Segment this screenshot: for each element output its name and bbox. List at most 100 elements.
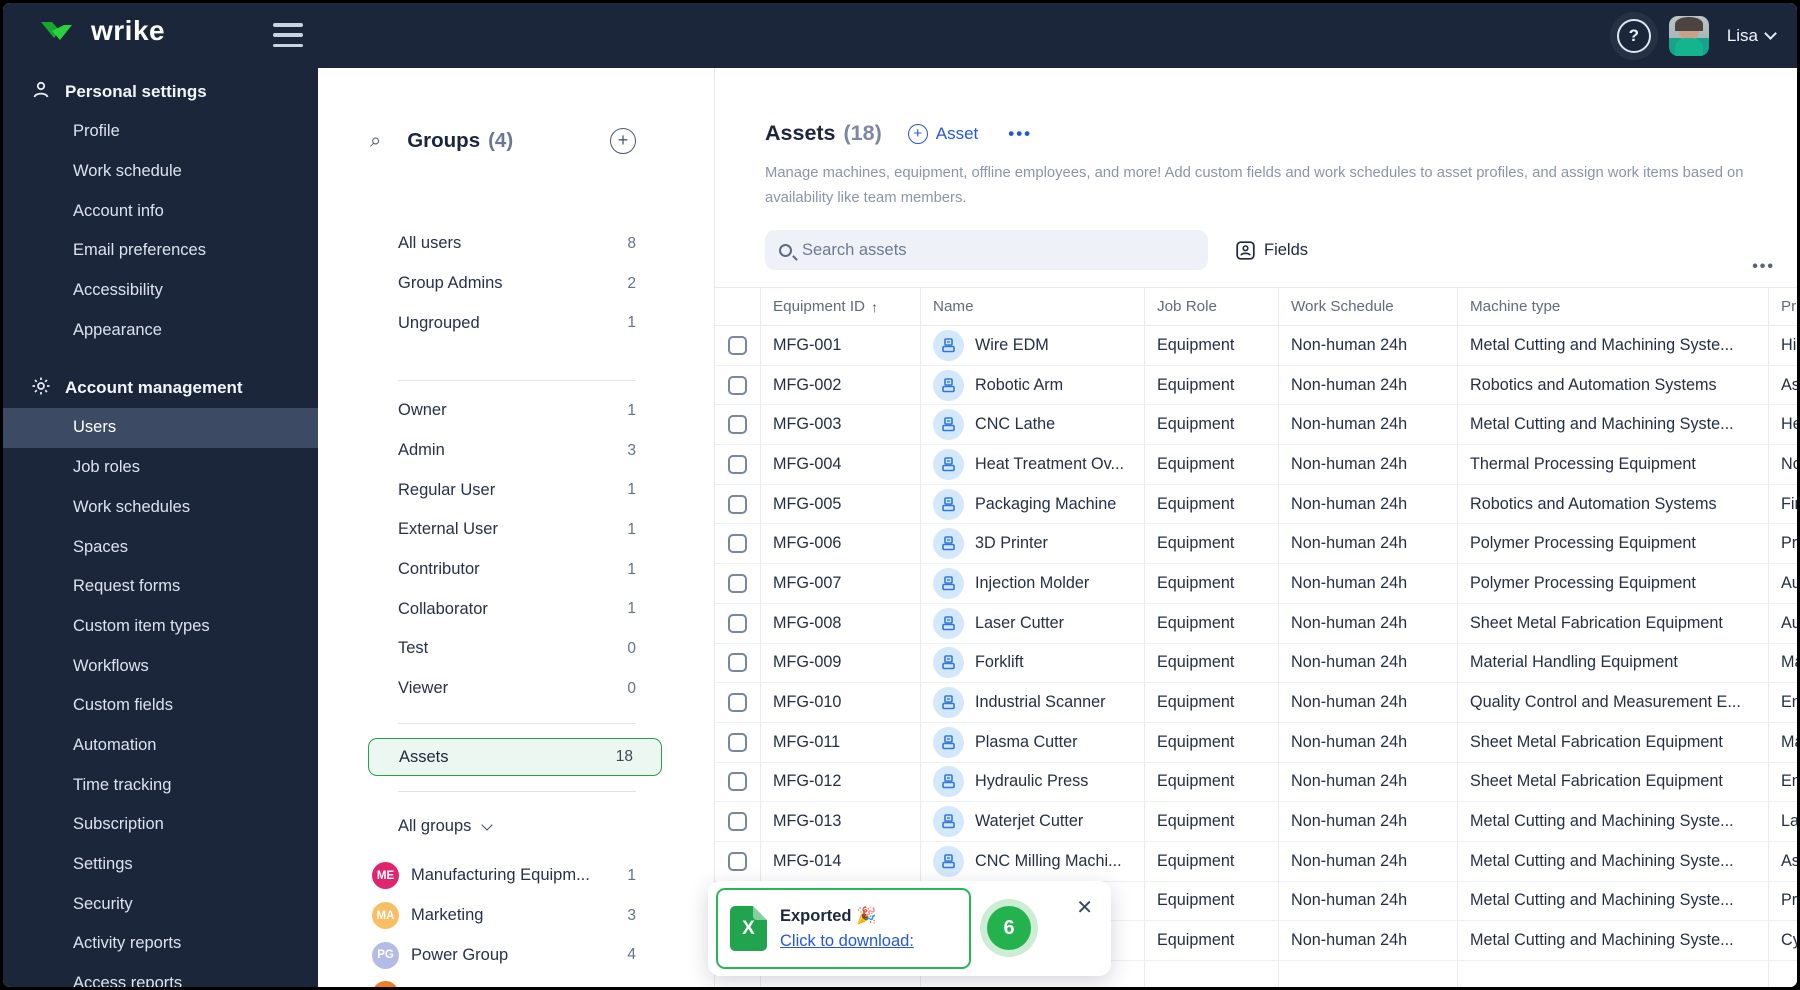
column-header-machine-type[interactable]: Machine type — [1458, 288, 1769, 325]
groups-item-owner[interactable]: Owner 1 — [318, 391, 714, 431]
groups-item-external-user[interactable]: External User 1 — [318, 510, 714, 550]
column-header-prin[interactable]: Prin — [1769, 288, 1797, 325]
export-toast-body[interactable]: X Exported 🎉 Click to download: — [716, 888, 971, 969]
sidebar-item-automation[interactable]: Automation — [3, 726, 318, 766]
sidebar-item-users[interactable]: Users — [3, 408, 318, 448]
cell-name[interactable]: Waterjet Cutter — [921, 802, 1145, 841]
divider — [398, 723, 636, 724]
wrike-logo[interactable]: wrike — [39, 15, 165, 47]
groups-item-all-users[interactable]: All users 8 — [318, 224, 714, 264]
download-link[interactable]: Click to download: — [780, 932, 914, 951]
cell-name[interactable]: 3D Printer — [921, 524, 1145, 564]
row-checkbox[interactable] — [728, 534, 747, 554]
cell-prin: Ass — [1781, 851, 1800, 870]
team-item-manufacturing-equipm-[interactable]: ME Manufacturing Equipm... 1 — [318, 856, 714, 896]
table-row: MFG-007 Injection Molder Equipment Non-huma… — [715, 564, 1797, 604]
row-checkbox[interactable] — [728, 851, 747, 871]
search-assets-input[interactable]: Search assets — [765, 230, 1208, 270]
team-item-marketing[interactable]: MA Marketing 3 — [318, 896, 714, 936]
row-checkbox[interactable] — [728, 772, 747, 792]
groups-item-test[interactable]: Test 0 — [318, 629, 714, 669]
sidebar-item-profile[interactable]: Profile — [3, 112, 318, 152]
cell-name[interactable]: Packaging Machine — [921, 484, 1145, 524]
sidebar-item-account-info[interactable]: Account info — [3, 191, 318, 231]
cell-work-schedule: Non-human 24h — [1279, 722, 1458, 762]
cell-name[interactable]: Robotic Arm — [921, 365, 1145, 405]
hamburger-menu-icon[interactable] — [273, 23, 303, 47]
groups-item-ungrouped[interactable]: Ungrouped 1 — [318, 303, 714, 343]
sidebar-item-settings[interactable]: Settings — [3, 845, 318, 885]
row-checkbox[interactable] — [728, 693, 747, 713]
all-groups-dropdown[interactable]: All groups — [398, 806, 494, 846]
row-checkbox[interactable] — [728, 415, 747, 435]
sidebar-item-subscription[interactable]: Subscription — [3, 805, 318, 845]
groups-item-group-admins[interactable]: Group Admins 2 — [318, 264, 714, 304]
sidebar-item-workflows[interactable]: Workflows — [3, 646, 318, 686]
row-checkbox[interactable] — [728, 732, 747, 752]
row-checkbox[interactable] — [728, 613, 747, 633]
cell-name[interactable]: Plasma Cutter — [921, 722, 1145, 762]
search-icon[interactable]: ⌕ — [370, 130, 381, 153]
cell-equipment-id: MFG-011 — [761, 722, 921, 762]
cell-prin: En — [1781, 693, 1800, 712]
sidebar-item-job-roles[interactable]: Job roles — [3, 448, 318, 488]
cell-work-schedule: Non-human 24h — [1279, 603, 1458, 643]
cell-name[interactable]: Hydraulic Press — [921, 762, 1145, 802]
cell-name[interactable]: Heat Treatment Ov... — [921, 445, 1145, 484]
row-checkbox[interactable] — [728, 454, 747, 474]
user-avatar[interactable] — [1668, 15, 1709, 56]
groups-count: (4) — [488, 129, 514, 152]
chevron-down-icon — [1764, 27, 1777, 40]
row-checkbox[interactable] — [728, 812, 747, 832]
row-checkbox[interactable] — [728, 494, 747, 514]
groups-item-contributor[interactable]: Contributor 1 — [318, 550, 714, 590]
row-checkbox[interactable] — [728, 375, 747, 395]
sidebar-item-custom-item-types[interactable]: Custom item types — [3, 607, 318, 647]
sidebar-item-access-reports[interactable]: Access reports — [3, 964, 318, 987]
user-name-label: Lisa — [1726, 25, 1758, 45]
sidebar-item-custom-fields[interactable]: Custom fields — [3, 686, 318, 726]
cell-name[interactable]: CNC Milling Machi... — [921, 841, 1145, 881]
add-asset-button[interactable]: + Asset — [907, 123, 978, 144]
user-menu[interactable]: Lisa — [1726, 25, 1777, 46]
help-icon[interactable]: ? — [1616, 18, 1651, 53]
cell-name[interactable]: Injection Molder — [921, 564, 1145, 603]
table-more-options-icon[interactable]: ••• — [1752, 258, 1775, 276]
add-group-icon[interactable]: + — [610, 128, 636, 154]
row-checkbox[interactable] — [728, 653, 747, 673]
groups-item-admin[interactable]: Admin 3 — [318, 431, 714, 471]
cell-work-schedule: Non-human 24h — [1279, 405, 1458, 445]
cell-name[interactable]: Industrial Scanner — [921, 683, 1145, 722]
sidebar-item-security[interactable]: Security — [3, 884, 318, 924]
groups-item-viewer[interactable]: Viewer 0 — [318, 669, 714, 709]
cell-name[interactable]: Laser Cutter — [921, 603, 1145, 643]
sidebar-item-work-schedules[interactable]: Work schedules — [3, 488, 318, 528]
column-header-work-schedule[interactable]: Work Schedule — [1279, 288, 1458, 325]
sidebar-item-request-forms[interactable]: Request forms — [3, 567, 318, 607]
cell-name[interactable]: Wire EDM — [921, 326, 1145, 365]
cell-name[interactable]: Forklift — [921, 643, 1145, 683]
column-header-name[interactable]: Name — [921, 288, 1145, 325]
groups-item-assets-selected[interactable]: Assets 18 — [368, 738, 662, 776]
asset-icon — [933, 647, 964, 679]
team-item-power-group[interactable]: PG Power Group 4 — [318, 935, 714, 975]
cell-name[interactable]: CNC Lathe — [921, 405, 1145, 445]
row-checkbox[interactable] — [728, 573, 747, 593]
sidebar-item-activity-reports[interactable]: Activity reports — [3, 924, 318, 964]
close-icon[interactable]: ✕ — [1076, 895, 1093, 920]
groups-item-collaborator[interactable]: Collaborator 1 — [318, 589, 714, 629]
sidebar-item-email-preferences[interactable]: Email preferences — [3, 231, 318, 271]
groups-item-regular-user[interactable]: Regular User 1 — [318, 470, 714, 510]
column-header-equipment-id[interactable]: Equipment ID ↑ — [761, 288, 921, 325]
brand-text: wrike — [91, 15, 166, 46]
sidebar-item-appearance[interactable]: Appearance — [3, 310, 318, 350]
sidebar-item-time-tracking[interactable]: Time tracking — [3, 765, 318, 805]
fields-button[interactable]: Fields — [1236, 241, 1308, 260]
sidebar-item-work-schedule[interactable]: Work schedule — [3, 152, 318, 192]
sidebar-item-spaces[interactable]: Spaces — [3, 527, 318, 567]
sidebar-item-accessibility[interactable]: Accessibility — [3, 271, 318, 311]
column-header-job-role[interactable]: Job Role — [1145, 288, 1279, 325]
more-options-icon[interactable]: ••• — [1008, 124, 1032, 144]
team-item-sales-team[interactable]: STSales Team2 — [318, 975, 714, 987]
row-checkbox[interactable] — [728, 335, 747, 355]
